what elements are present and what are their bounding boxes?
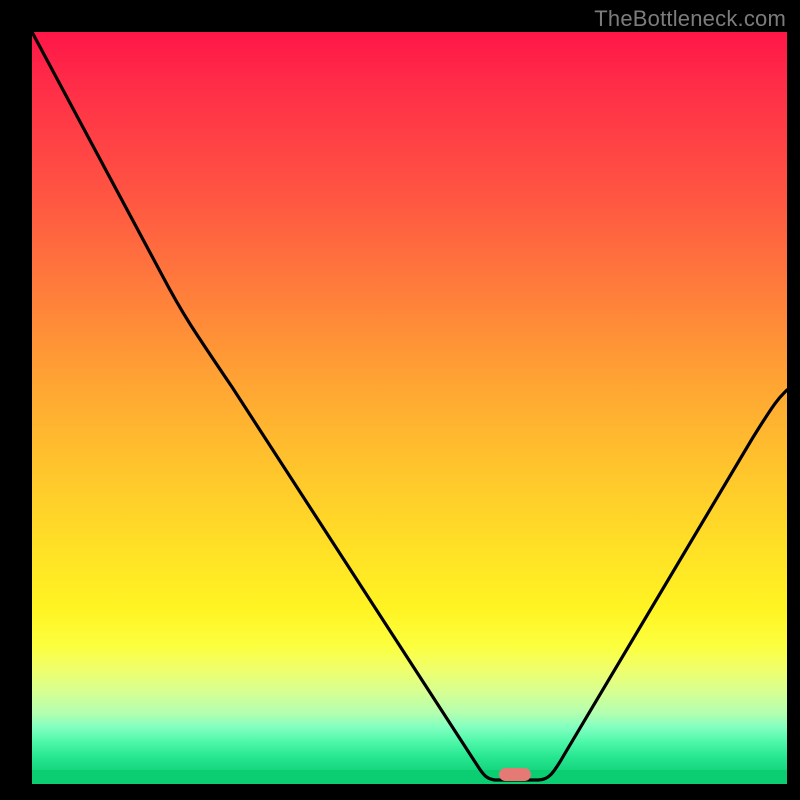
curve-path bbox=[32, 32, 787, 780]
watermark-text: TheBottleneck.com bbox=[594, 6, 786, 32]
bottleneck-curve bbox=[32, 32, 787, 784]
plot-area bbox=[32, 32, 787, 784]
chart-frame: TheBottleneck.com bbox=[0, 0, 800, 800]
optimal-marker bbox=[499, 768, 531, 781]
